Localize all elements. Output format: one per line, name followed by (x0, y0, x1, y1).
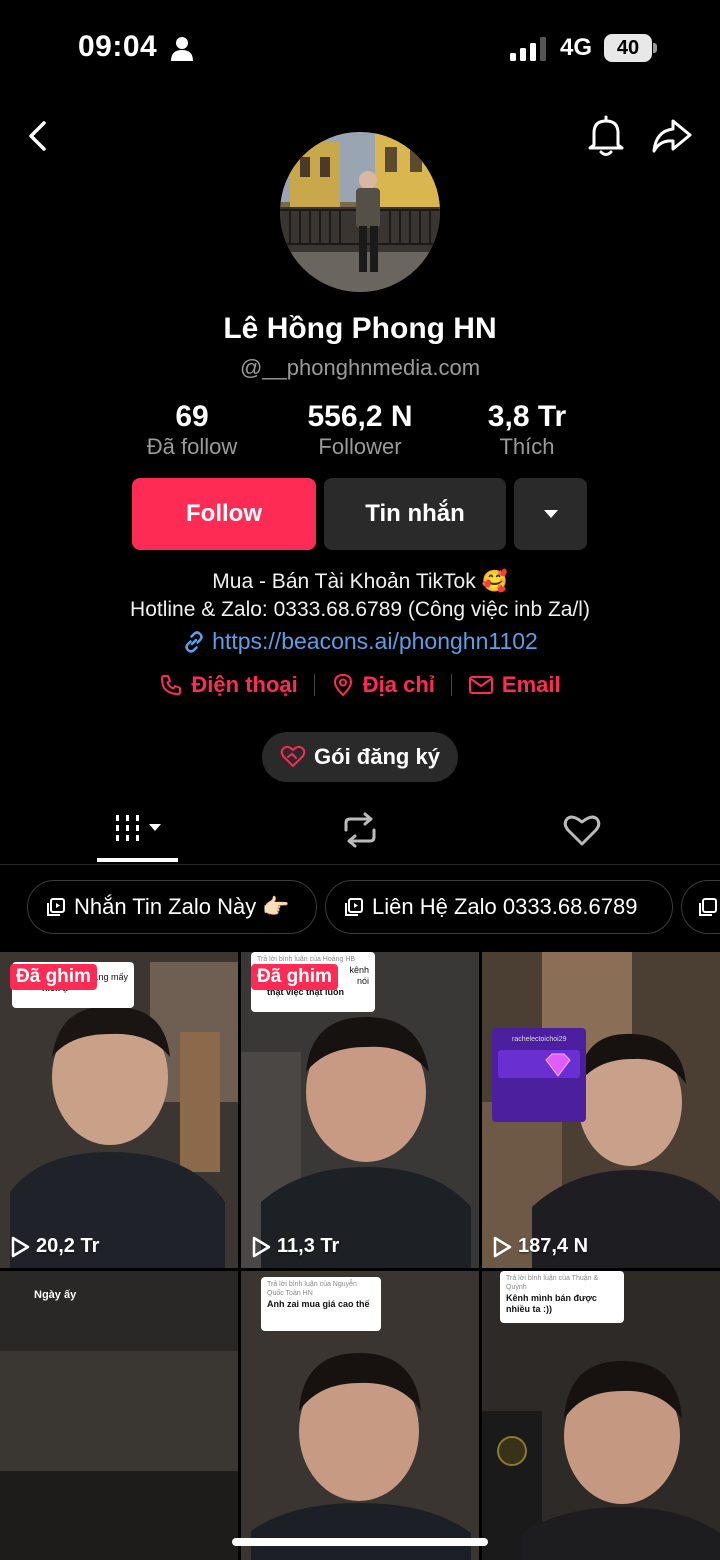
stat-likes-value: 3,8 Tr (487, 400, 567, 433)
bio-line-1: Mua - Bán Tài Khoản TikTok 🥰 (212, 570, 508, 593)
video-thumbnail[interactable]: rachelectoichoi29 187,4 N (482, 952, 720, 1268)
notification-button[interactable] (584, 114, 628, 158)
video-caption: Ngày ấy (34, 1289, 77, 1301)
video-thumbnail[interactable]: Ngày ấy (0, 1271, 238, 1560)
active-tab-indicator (97, 858, 178, 862)
person-icon (171, 37, 193, 61)
playlist-chip-partial[interactable] (681, 880, 720, 934)
more-options-button[interactable] (514, 478, 587, 550)
view-count: 187,4 N (492, 1235, 588, 1258)
profile-link-text[interactable]: https://beacons.ai/phonghn1102 (212, 628, 538, 655)
follow-button[interactable]: Follow (132, 478, 316, 550)
comment-card: Trả lời bình luận của Thuận & Quỳnh Kênh… (500, 1271, 624, 1323)
tab-liked[interactable] (562, 812, 602, 853)
playlist-chip-contact[interactable]: Liên Hệ Zalo 0333.68.6789 (325, 880, 673, 934)
network-label: 4G (560, 34, 593, 61)
play-icon (493, 1236, 512, 1257)
video-thumbnail[interactable]: ...ng mấy nick ạ Đã ghim 20,2 Tr (0, 952, 238, 1268)
tab-divider (0, 864, 720, 865)
separator (313, 674, 315, 696)
diamond-icon (545, 1053, 571, 1077)
separator (450, 674, 452, 696)
back-button[interactable] (16, 114, 60, 158)
playlist-icon (345, 898, 363, 916)
profile-handle: @__phonghnmedia.com (239, 355, 481, 380)
phone-contact[interactable]: Điện thoại (159, 672, 298, 698)
stat-likes[interactable]: 3,8 Tr Thích (427, 400, 627, 460)
reply-header: Trả lời bình luận của Thuận & Quỳnh (506, 1275, 599, 1291)
battery-icon: 40 (604, 34, 652, 62)
view-count-value: 20,2 Tr (36, 1235, 100, 1257)
share-button[interactable] (650, 114, 694, 158)
playlist-chip-zalo[interactable]: Nhắn Tin Zalo Này 👉🏻 (27, 880, 317, 934)
grid-icon (116, 815, 161, 841)
email-icon (468, 676, 493, 694)
email-label: Email (501, 672, 561, 697)
play-icon (252, 1236, 271, 1257)
video-thumbnail[interactable]: Trả lời bình luận của Nguyễn Quốc Toàn H… (241, 1271, 479, 1560)
heart-handshake-icon (280, 745, 306, 767)
profile-link[interactable]: https://beacons.ai/phonghn1102 (0, 628, 720, 655)
phone-label: Điện thoại (191, 672, 298, 697)
heart-icon (563, 815, 601, 846)
message-button[interactable]: Tin nhắn (324, 478, 506, 550)
chevron-left-icon (29, 121, 46, 151)
address-contact[interactable]: Địa chỉ (331, 672, 435, 698)
avatar[interactable] (280, 132, 440, 292)
reply-text: Kênh mình bán được nhiều ta :)) (506, 1292, 597, 1314)
view-count: 20,2 Tr (10, 1235, 99, 1258)
tab-videos[interactable] (114, 812, 166, 853)
bell-icon (588, 115, 624, 156)
location-pin-icon (333, 673, 352, 697)
tab-reposts[interactable] (340, 812, 380, 853)
playlist-icon (699, 898, 717, 916)
link-icon (185, 630, 203, 653)
share-icon (652, 119, 692, 153)
caret-down-icon (543, 510, 558, 518)
phone-icon (161, 675, 182, 695)
profile-name: Lê Hồng Phong HN (223, 312, 497, 345)
status-time: 09:04 (78, 30, 158, 63)
pinned-badge: Đã ghim (10, 964, 97, 990)
playlist-chip-label: Nhắn Tin Zalo Này 👉🏻 (74, 894, 290, 919)
battery-tip (653, 43, 657, 53)
subscription-label: Gói đăng ký (314, 744, 440, 769)
playlist-icon (47, 898, 65, 916)
email-contact[interactable]: Email (468, 672, 561, 698)
card-overlay: rachelectoichoi29 (492, 1028, 586, 1122)
signal-icon (510, 37, 546, 61)
home-indicator[interactable] (232, 1538, 488, 1546)
repost-icon (344, 812, 376, 848)
stat-likes-label: Thích (499, 434, 555, 459)
playlist-chip-label: Liên Hệ Zalo 0333.68.6789 (372, 894, 638, 919)
video-frame (0, 1271, 238, 1560)
video-thumbnail[interactable]: Trả lời bình luận của Hoàng HB kênh nói … (241, 952, 479, 1268)
pinned-badge: Đã ghim (251, 964, 338, 990)
comment-card: Trả lời bình luận của Nguyễn Quốc Toàn H… (261, 1277, 381, 1331)
bio-line-2: Hotline & Zalo: 0333.68.6789 (Công việc … (130, 598, 590, 621)
reply-text: Anh zai mua giá cao thế (267, 1298, 370, 1309)
view-count-value: 11,3 Tr (277, 1235, 340, 1257)
play-icon (11, 1236, 30, 1257)
address-label: Địa chỉ (362, 672, 435, 697)
subscription-button[interactable]: Gói đăng ký (262, 732, 458, 782)
view-count-value: 187,4 N (518, 1235, 589, 1257)
card-username: rachelectoichoi29 (512, 1036, 567, 1043)
reply-header: Trả lời bình luận của Nguyễn Quốc Toàn H… (267, 1281, 357, 1297)
view-count: 11,3 Tr (251, 1235, 339, 1258)
contact-row: Điện thoại Địa chỉ Email (0, 672, 720, 698)
avatar-image (280, 132, 440, 292)
video-thumbnail[interactable]: Trả lời bình luận của Thuận & Quỳnh Kênh… (482, 1271, 720, 1560)
